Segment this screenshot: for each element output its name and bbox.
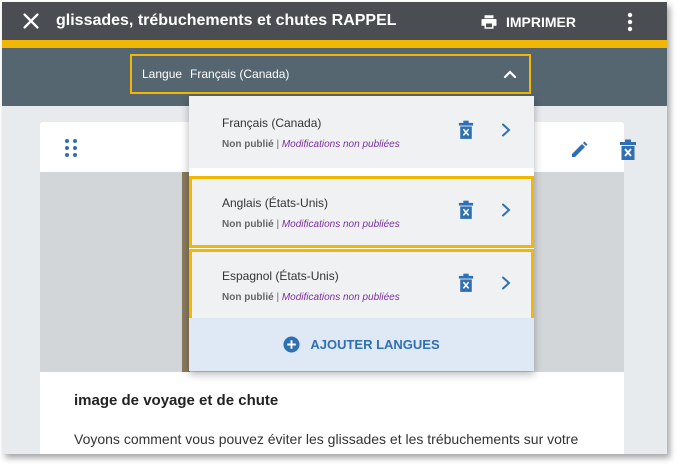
changes-status: Modifications non publiées (281, 219, 400, 230)
publish-status: Non publié (222, 139, 274, 150)
content-heading: image de voyage et de chute (74, 392, 279, 409)
language-option[interactable]: Français (Canada) Non publié | Modificat… (189, 96, 534, 168)
chevron-up-icon (503, 70, 517, 79)
app-window: glissades, trébuchements et chutes RAPPE… (2, 2, 667, 454)
language-value: Français (Canada) (190, 67, 290, 81)
drag-handle-icon[interactable] (64, 138, 78, 158)
language-option[interactable]: Anglais (États-Unis) Non publié | Modifi… (189, 176, 534, 248)
publish-status: Non publié (222, 292, 274, 303)
trash-icon[interactable] (458, 120, 474, 140)
plus-circle-icon (283, 336, 300, 353)
trash-icon[interactable] (458, 200, 474, 220)
language-name: Anglais (États-Unis) (222, 196, 329, 210)
status-separator: | (276, 139, 280, 150)
printer-icon (481, 15, 497, 29)
language-dropdown: Français (Canada) Non publié | Modificat… (189, 96, 534, 371)
content-body: Voyons comment vous pouvez éviter les gl… (74, 431, 579, 447)
chevron-right-icon[interactable] (500, 276, 512, 290)
accent-stripe (2, 40, 667, 48)
language-name: Français (Canada) (222, 116, 322, 130)
add-languages-button[interactable]: AJOUTER LANGUES (189, 318, 534, 371)
more-vertical-icon[interactable] (622, 11, 638, 33)
status-separator: | (276, 219, 280, 230)
language-option[interactable]: Espagnol (États-Unis) Non publié | Modif… (189, 249, 534, 321)
print-label: IMPRIMER (506, 14, 576, 30)
publish-status: Non publié (222, 219, 274, 230)
chevron-right-icon[interactable] (500, 203, 512, 217)
language-status: Non publié | Modifications non publiées (222, 219, 400, 230)
close-icon[interactable] (20, 10, 42, 32)
language-label: Langue (142, 67, 183, 81)
changes-status: Modifications non publiées (281, 292, 400, 303)
language-status: Non publié | Modifications non publiées (222, 292, 400, 303)
top-bar: glissades, trébuchements et chutes RAPPE… (2, 2, 667, 40)
add-languages-label: AJOUTER LANGUES (310, 337, 440, 352)
trash-icon[interactable] (458, 273, 474, 293)
chevron-right-icon[interactable] (500, 123, 512, 137)
print-button[interactable]: IMPRIMER (480, 11, 576, 33)
page-title: glissades, trébuchements et chutes RAPPE… (56, 12, 397, 29)
trash-icon[interactable] (619, 139, 637, 161)
language-name: Espagnol (États-Unis) (222, 269, 339, 283)
language-selector[interactable]: Langue Français (Canada) (130, 54, 531, 94)
pencil-icon[interactable] (570, 141, 588, 159)
changes-status: Modifications non publiées (281, 139, 400, 150)
language-status: Non publié | Modifications non publiées (222, 139, 400, 150)
status-separator: | (276, 292, 280, 303)
